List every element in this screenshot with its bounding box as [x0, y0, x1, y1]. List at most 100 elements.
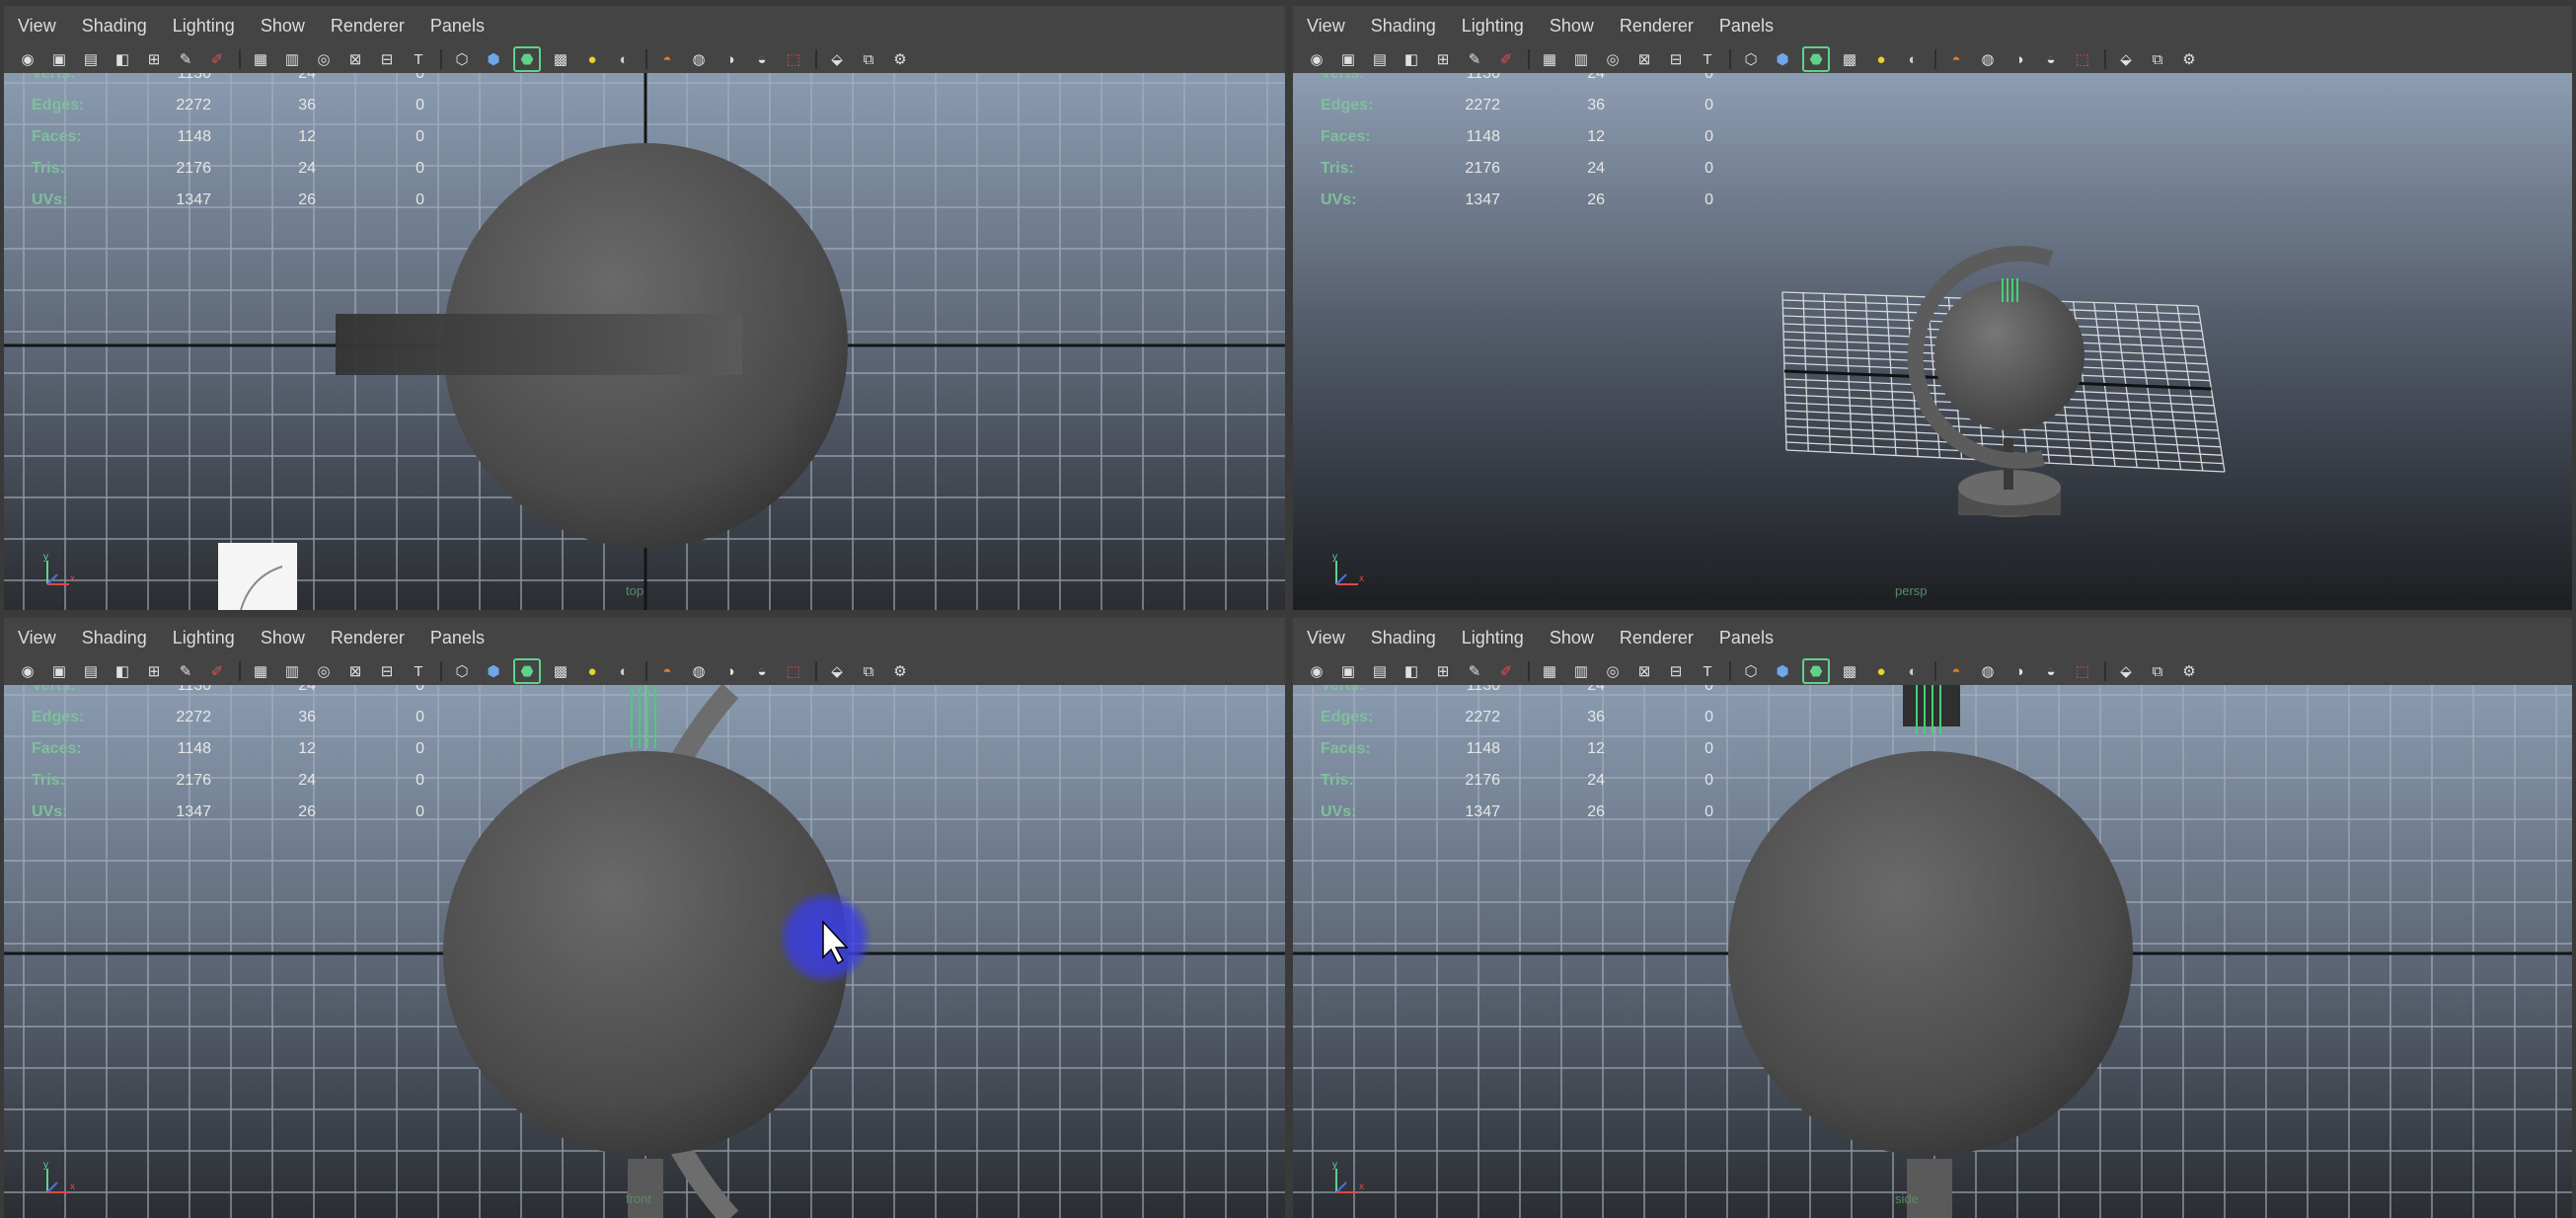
xray-icon[interactable]: ✐ [205, 48, 229, 70]
menu-lighting[interactable]: Lighting [1448, 16, 1536, 37]
menu-view[interactable]: View [1293, 16, 1357, 37]
menu-panels[interactable]: Panels [1705, 16, 1785, 37]
menu-show[interactable]: Show [247, 628, 317, 648]
camera-icon[interactable]: ▣ [47, 48, 71, 70]
viewport-top[interactable]: Verts: 1130 24 0 Edges: 2272 36 0 Faces: 1148 12 0 T… [4, 73, 1285, 610]
viewport-panel-front[interactable]: View Shading Lighting Show Renderer Panels ◉ ▣… [4, 618, 1285, 1218]
safe-title-icon[interactable]: T [1696, 660, 1719, 682]
field-chart-icon[interactable]: ⊠ [343, 660, 367, 682]
safe-action-icon[interactable]: ⊟ [1664, 48, 1688, 70]
textured-icon[interactable]: ▩ [549, 48, 572, 70]
menu-panels[interactable]: Panels [417, 16, 496, 37]
bookmark-icon[interactable]: ▤ [79, 660, 103, 682]
image-plane-icon[interactable]: ◧ [111, 660, 134, 682]
anti-alias-icon[interactable]: ◑ [2008, 660, 2031, 682]
wireframe-on-shaded-icon[interactable]: ⬣ [1802, 46, 1830, 72]
image-plane-icon[interactable]: ◧ [1400, 660, 1423, 682]
image-plane-icon[interactable]: ◧ [111, 48, 134, 70]
depth-of-field-icon[interactable]: ◒ [2039, 48, 2063, 70]
safe-title-icon[interactable]: T [1696, 48, 1719, 70]
grid-toggle-icon[interactable]: ⊞ [1431, 48, 1455, 70]
grid-toggle-icon[interactable]: ⊞ [142, 660, 166, 682]
ambient-occlusion-icon[interactable]: ◓ [1944, 48, 1968, 70]
bookmark-icon[interactable]: ▤ [1368, 660, 1392, 682]
depth-of-field-icon[interactable]: ◒ [750, 660, 774, 682]
camera-attributes-icon[interactable]: ◉ [16, 48, 39, 70]
bookmark-icon[interactable]: ▤ [1368, 48, 1392, 70]
use-lights-icon[interactable]: ● [1869, 48, 1893, 70]
smooth-shade-icon[interactable]: ⬢ [1771, 660, 1794, 682]
xray-joints-icon[interactable]: ⬙ [2114, 48, 2138, 70]
shadows-icon[interactable]: ◐ [612, 48, 636, 70]
camera-icon[interactable]: ▣ [1336, 48, 1360, 70]
safe-title-icon[interactable]: T [407, 48, 430, 70]
menu-shading[interactable]: Shading [1357, 16, 1448, 37]
menu-shading[interactable]: Shading [1357, 628, 1448, 648]
camera-attributes-icon[interactable]: ◉ [1305, 48, 1328, 70]
depth-of-field-icon[interactable]: ◒ [2039, 660, 2063, 682]
menu-view[interactable]: View [4, 16, 68, 37]
viewport-panel-persp[interactable]: View Shading Lighting Show Renderer Panels ◉ ▣… [1293, 6, 2572, 610]
wireframe-on-shaded-icon[interactable]: ⬣ [513, 46, 541, 72]
bookmark-icon[interactable]: ▤ [79, 48, 103, 70]
textured-icon[interactable]: ▩ [1838, 660, 1861, 682]
menu-show[interactable]: Show [247, 16, 317, 37]
wireframe-icon[interactable]: ✎ [174, 48, 197, 70]
isolate-select-icon[interactable]: ⬚ [2071, 48, 2094, 70]
ambient-occlusion-icon[interactable]: ◓ [1944, 660, 1968, 682]
menu-shading[interactable]: Shading [68, 16, 159, 37]
anti-alias-icon[interactable]: ◑ [2008, 48, 2031, 70]
hud-toggle-icon[interactable]: ⚙ [888, 660, 912, 682]
depth-of-field-icon[interactable]: ◒ [750, 48, 774, 70]
smooth-shade-icon[interactable]: ⬢ [1771, 48, 1794, 70]
menu-renderer[interactable]: Renderer [317, 16, 417, 37]
motion-blur-icon[interactable]: ◍ [687, 48, 711, 70]
wireframe-on-shaded-icon[interactable]: ⬣ [1802, 658, 1830, 684]
menu-renderer[interactable]: Renderer [1606, 628, 1705, 648]
xray-active-icon[interactable]: ⧉ [2146, 48, 2169, 70]
viewport-panel-top[interactable]: View Shading Lighting Show Renderer Panels ◉ ▣… [4, 6, 1285, 610]
image-plane-icon[interactable]: ◧ [1400, 48, 1423, 70]
film-gate-icon[interactable]: ▦ [249, 660, 272, 682]
menu-renderer[interactable]: Renderer [317, 628, 417, 648]
use-lights-icon[interactable]: ● [580, 48, 604, 70]
hud-toggle-icon[interactable]: ⚙ [2177, 660, 2201, 682]
camera-icon[interactable]: ▣ [47, 660, 71, 682]
field-chart-icon[interactable]: ⊠ [1632, 48, 1656, 70]
anti-alias-icon[interactable]: ◑ [719, 660, 742, 682]
wireframe-on-shaded-icon[interactable]: ⬣ [513, 658, 541, 684]
xray-icon[interactable]: ✐ [1494, 48, 1518, 70]
shadows-icon[interactable]: ◐ [1901, 48, 1925, 70]
ambient-occlusion-icon[interactable]: ◓ [655, 48, 679, 70]
shadows-icon[interactable]: ◐ [612, 660, 636, 682]
anti-alias-icon[interactable]: ◑ [719, 48, 742, 70]
gate-mask-icon[interactable]: ◎ [312, 660, 336, 682]
menu-lighting[interactable]: Lighting [159, 628, 247, 648]
film-gate-icon[interactable]: ▦ [1538, 48, 1561, 70]
menu-shading[interactable]: Shading [68, 628, 159, 648]
wireframe-shade-icon[interactable]: ⬡ [1739, 48, 1763, 70]
viewport-side[interactable]: Verts: 1130 24 0 Edges: 2272 36 0 Faces: 1148 12 0 T… [1293, 685, 2572, 1218]
menu-renderer[interactable]: Renderer [1606, 16, 1705, 37]
menu-view[interactable]: View [1293, 628, 1357, 648]
motion-blur-icon[interactable]: ◍ [687, 660, 711, 682]
motion-blur-icon[interactable]: ◍ [1976, 660, 2000, 682]
menu-lighting[interactable]: Lighting [159, 16, 247, 37]
gate-mask-icon[interactable]: ◎ [1601, 48, 1625, 70]
hud-toggle-icon[interactable]: ⚙ [888, 48, 912, 70]
gate-mask-icon[interactable]: ◎ [1601, 660, 1625, 682]
menu-panels[interactable]: Panels [1705, 628, 1785, 648]
gate-mask-icon[interactable]: ◎ [312, 48, 336, 70]
use-lights-icon[interactable]: ● [580, 660, 604, 682]
textured-icon[interactable]: ▩ [1838, 48, 1861, 70]
field-chart-icon[interactable]: ⊠ [343, 48, 367, 70]
menu-lighting[interactable]: Lighting [1448, 628, 1536, 648]
isolate-select-icon[interactable]: ⬚ [782, 48, 805, 70]
isolate-select-icon[interactable]: ⬚ [782, 660, 805, 682]
field-chart-icon[interactable]: ⊠ [1632, 660, 1656, 682]
viewport-front[interactable]: Verts: 1130 24 0 Edges: 2272 36 0 Faces: 1148 12 0 T… [4, 685, 1285, 1218]
hud-toggle-icon[interactable]: ⚙ [2177, 48, 2201, 70]
wireframe-icon[interactable]: ✎ [1463, 48, 1486, 70]
camera-attributes-icon[interactable]: ◉ [1305, 660, 1328, 682]
isolate-select-icon[interactable]: ⬚ [2071, 660, 2094, 682]
